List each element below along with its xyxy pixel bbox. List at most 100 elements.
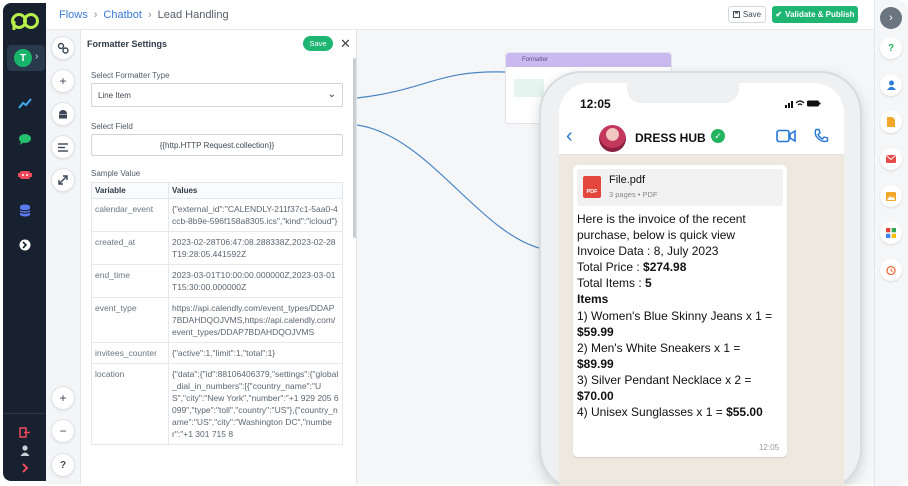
message-bubble: PDF File.pdf 3 pages • PDF Here is the i…	[573, 165, 787, 457]
chat-header: ‹ DRESS HUB ✓	[559, 121, 844, 155]
help-icon[interactable]: ?	[51, 453, 75, 477]
add-icon[interactable]: +	[51, 69, 75, 93]
message-line: $70.00	[577, 389, 614, 404]
apps-icon[interactable]	[880, 222, 902, 244]
file-meta: 3 pages • PDF	[609, 190, 658, 199]
breadcrumb-flows[interactable]: Flows	[59, 9, 88, 21]
sample-value-label: Sample Value	[91, 169, 141, 178]
app-logo[interactable]	[11, 11, 39, 31]
chevron-right-icon[interactable]	[3, 455, 46, 481]
floppy-icon	[732, 11, 740, 18]
signal-wifi-battery-icon	[785, 99, 821, 110]
android-icon[interactable]	[51, 102, 75, 126]
message-line: $89.99	[577, 356, 614, 371]
message-line: 2) Men's White Sneakers x 1 =	[577, 340, 741, 355]
avatar: T	[14, 49, 32, 67]
message-line: $59.99	[577, 324, 614, 339]
table-row: created_at 2023-02-28T06:47:08.288338Z,2…	[91, 231, 343, 265]
message-text: Here is the invoice of the recent purcha…	[577, 211, 785, 420]
breadcrumb-chatbot[interactable]: Chatbot	[103, 9, 142, 21]
formatter-type-value: Line Item	[98, 90, 131, 100]
contact-icon[interactable]	[880, 74, 902, 96]
field-input[interactable]: {{http.HTTP Request.collection}}	[91, 134, 343, 156]
chevron-down-icon: ⌄	[327, 89, 336, 100]
panel-save-button[interactable]: Save	[303, 36, 333, 51]
image-icon[interactable]	[880, 185, 902, 207]
analytics-icon[interactable]	[3, 91, 46, 117]
message-line: 1) Women's Blue Skinny Jeans x 1 =	[577, 308, 773, 323]
column-header-variable: Variable	[91, 182, 169, 199]
chevron-right-icon: ›	[35, 51, 39, 62]
message-line: Here is the invoice of the recent	[577, 212, 746, 226]
zoom-in-icon[interactable]: +	[51, 386, 75, 410]
table-row: event_type https://api.calendly.com/even…	[91, 297, 343, 343]
field-value: {{http.HTTP Request.collection}}	[159, 140, 275, 150]
table-row: location {"data":{"id":88106406379,"sett…	[91, 363, 343, 445]
node-body	[514, 79, 544, 97]
message-time: 12:05	[758, 443, 779, 452]
zoom-out-icon[interactable]: −	[51, 419, 75, 443]
message-line: purchase, below is quick view	[577, 228, 736, 243]
arrow-right-circle-icon[interactable]	[3, 232, 46, 258]
chat-icon[interactable]	[3, 126, 46, 152]
pdf-icon: PDF	[583, 176, 601, 198]
check-icon: ✔	[775, 10, 783, 19]
align-left-icon[interactable]	[51, 135, 75, 159]
account-switcher[interactable]: T ›	[7, 45, 45, 71]
validate-publish-button[interactable]: ✔ Validate & Publish	[772, 6, 858, 23]
message-line: Total Items : 5	[577, 276, 652, 291]
panel-title: Formatter Settings	[87, 39, 168, 49]
close-icon[interactable]: ✕	[340, 36, 351, 52]
business-name: DRESS HUB	[635, 131, 706, 145]
formatter-settings-panel: Formatter Settings Save ✕ Select Formatt…	[81, 30, 357, 484]
message-line: Items	[577, 292, 609, 307]
phone-call-icon[interactable]	[813, 128, 829, 144]
message-line: Total Price : $274.98	[577, 260, 687, 275]
file-attachment[interactable]: PDF File.pdf 3 pages • PDF	[577, 169, 783, 206]
app-frame: T › Flows › Chatbot › Lead Handling Save…	[0, 0, 908, 486]
variable-name: location	[91, 363, 169, 445]
table-row: end_time 2023-03-01T10:00:00.000000Z,202…	[91, 264, 343, 298]
status-time: 12:05	[580, 97, 611, 111]
breadcrumb-separator: ›	[147, 9, 152, 21]
sample-value-table: Variable Values calendar_event {"externa…	[91, 182, 343, 445]
business-avatar[interactable]	[599, 125, 626, 152]
variable-name: end_time	[91, 264, 169, 298]
database-icon[interactable]	[3, 197, 46, 223]
variable-value: {"active":1,"limit":1,"total":1}	[168, 342, 343, 364]
video-call-icon[interactable]	[776, 129, 796, 143]
phone-notch	[627, 83, 739, 103]
variable-value: https://api.calendly.com/event_types/DDA…	[168, 297, 343, 343]
variable-value: {"data":{"id":88106406379,"settings":{"g…	[168, 363, 343, 445]
table-row: calendar_event {"external_id":"CALENDLY-…	[91, 198, 343, 232]
settings-gears-icon[interactable]	[51, 36, 75, 60]
field-label: Select Field	[91, 122, 133, 131]
chat-area: PDF File.pdf 3 pages • PDF Here is the i…	[559, 155, 844, 486]
chevron-right-icon[interactable]: ›	[880, 7, 902, 29]
top-header: Flows › Chatbot › Lead Handling Save ✔ V…	[46, 0, 874, 30]
message-line: 3) Silver Pendant Necklace x 2 =	[577, 372, 752, 387]
variable-value: {"external_id":"CALENDLY-211f37c1-5aa0-4…	[168, 198, 343, 232]
expand-icon[interactable]	[51, 168, 75, 192]
message-line: 4) Unisex Sunglasses x 1 = $55.00	[577, 405, 763, 420]
column-header-values: Values	[168, 182, 343, 199]
variable-value: 2023-02-28T06:47:08.288338Z,2023-02-28T1…	[168, 231, 343, 265]
bot-icon[interactable]	[3, 161, 46, 187]
table-row: invitees_counter {"active":1,"limit":1,"…	[91, 342, 343, 364]
file-name: File.pdf	[609, 174, 646, 186]
formatter-type-select[interactable]: Line Item ⌄	[91, 83, 343, 107]
variable-name: calendar_event	[91, 198, 169, 232]
back-icon[interactable]: ‹	[566, 125, 573, 148]
document-icon[interactable]	[880, 111, 902, 133]
breadcrumb-current: Lead Handling	[157, 9, 229, 21]
save-button[interactable]: Save	[728, 6, 766, 23]
formatter-type-label: Select Formatter Type	[91, 71, 170, 80]
help-icon[interactable]: ?	[880, 37, 902, 59]
validate-label: Validate & Publish	[785, 10, 855, 19]
status-bar: 12:05	[559, 83, 844, 119]
save-label: Save	[742, 10, 762, 19]
message-line: Invoice Data : 8, July 2023	[577, 244, 719, 259]
alarm-icon[interactable]	[880, 259, 902, 281]
email-icon[interactable]	[880, 148, 902, 170]
variable-name: event_type	[91, 297, 169, 343]
